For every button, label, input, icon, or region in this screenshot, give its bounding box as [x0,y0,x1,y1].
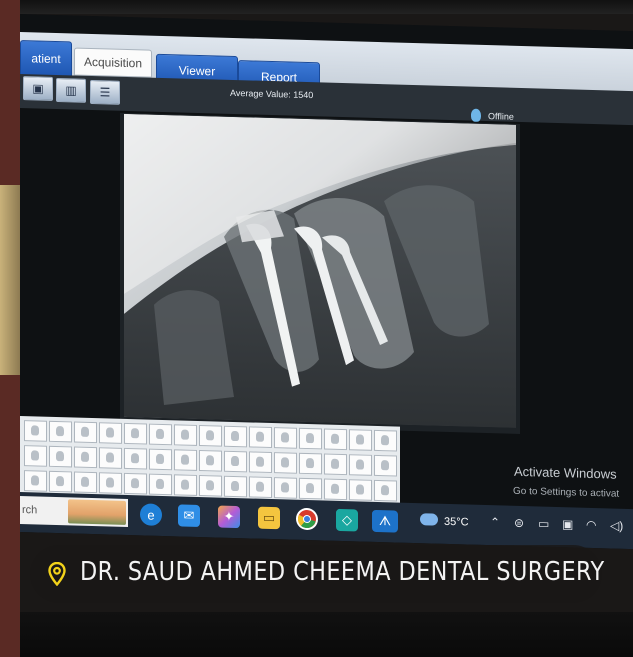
thumbnail-slot[interactable] [299,452,322,475]
average-value-label: Average Value: [230,87,291,100]
thumbnail-slot[interactable] [349,429,372,451]
thumbnail-slot[interactable] [74,421,97,444]
wifi-icon[interactable]: ◠ [586,518,596,532]
edge-icon[interactable]: e [140,503,162,526]
search-highlight-image [68,499,126,525]
thumbnail-slot[interactable] [199,449,222,472]
split-view-icon[interactable]: ▥ [56,78,86,103]
chrome-icon[interactable] [296,507,318,531]
thumbnail-slot[interactable] [249,451,272,474]
clinic-name: DR. SAUD AHMED CHEEMA DENTAL SURGERY [80,557,605,587]
connection-status: Offline [488,111,514,122]
thumbnail-slot[interactable] [324,453,347,476]
mail-icon[interactable]: ✉ [178,504,200,528]
thumbnail-slot[interactable] [174,474,197,496]
thumbnail-slot[interactable] [274,427,297,449]
thumbnail-slot[interactable] [199,424,222,447]
thumbnail-slot[interactable] [24,420,47,442]
thumbnail-slot[interactable] [24,470,47,492]
thumbnail-slot[interactable] [124,447,147,470]
thumbnail-slot[interactable] [49,420,72,443]
file-explorer-icon[interactable]: ▭ [258,506,280,530]
thumbnail-slot[interactable] [24,445,47,467]
location-pin-icon [48,562,66,586]
thumbnail-slot[interactable] [124,422,147,445]
thumbnail-slot[interactable] [74,446,97,469]
store-icon[interactable]: ◇ [336,508,358,532]
thumbnail-slot[interactable] [99,422,122,444]
search-text: rch [22,504,38,517]
thumbnail-slot[interactable] [149,448,172,471]
dental-xray-image[interactable] [124,113,516,428]
thumbnail-slot[interactable] [349,479,372,501]
copilot-icon[interactable]: ✦ [218,505,240,529]
volume-icon[interactable]: ◁) [610,518,623,532]
thumbnail-slot[interactable] [224,450,247,473]
scanner-icon[interactable]: ☰ [90,79,120,105]
thumbnail-slot[interactable] [99,472,122,494]
thumbnail-slot[interactable] [299,427,322,450]
thumbnail-slot[interactable] [49,470,72,493]
monitor-bezel [20,0,633,14]
weather-icon [420,513,438,526]
thumbnail-slot[interactable] [374,454,397,477]
network-icon[interactable]: ⊜ [514,516,524,530]
tab-acquisition[interactable]: Acquisition [74,47,152,78]
tab-viewer-label: Viewer [178,63,216,79]
dental-app-icon[interactable]: ᗑ [372,509,398,533]
thumbnail-slot[interactable] [374,479,397,502]
display-icon[interactable]: ▣ [562,517,573,531]
thumbnail-slot[interactable] [274,452,297,474]
thumbnail-slot[interactable] [249,426,272,449]
temperature-readout[interactable]: 35°C [444,516,469,529]
background-wall [0,0,20,657]
keyboard [20,612,633,657]
tab-patient[interactable]: atient [20,40,72,78]
thumbnail-slot[interactable] [249,476,272,499]
thumbnail-slot[interactable] [349,454,372,476]
thumbnail-slot[interactable] [199,474,222,497]
background-object [0,185,20,375]
thumbnail-slot[interactable] [174,449,197,471]
thumbnail-slot[interactable] [74,471,97,494]
tab-patient-label: atient [31,51,61,67]
thumbnail-slot[interactable] [49,445,72,468]
thumbnail-slot[interactable] [274,477,297,499]
monitor-screen: atient Acquisition Viewer Report ▣ ▥ ☰ A… [20,14,633,550]
thumbnail-slot[interactable] [374,429,397,452]
average-value-number: 1540 [293,89,314,101]
battery-icon[interactable]: ▭ [538,516,549,530]
thumbnail-slot[interactable] [174,424,197,446]
thumbnail-slot[interactable] [324,478,347,501]
chrome-logo [298,510,316,529]
camera-icon[interactable]: ▣ [23,76,53,101]
thumbnail-slot[interactable] [99,447,122,469]
thumbnail-slot[interactable] [224,425,247,448]
chevron-up-icon[interactable]: ⌃ [490,515,500,529]
thumbnail-slot[interactable] [124,472,147,495]
thumbnail-slot[interactable] [299,477,322,500]
activate-windows-title: Activate Windows [514,463,617,482]
tab-acquisition-label: Acquisition [83,54,143,71]
location-caption: DR. SAUD AHMED CHEEMA DENTAL SURGERY [30,545,605,603]
thumbnail-slot[interactable] [224,475,247,498]
thumbnail-slot[interactable] [149,423,172,446]
lightbulb-icon [471,108,481,122]
taskbar-search[interactable]: rch [20,496,128,528]
thumbnail-slot[interactable] [149,473,172,496]
thumbnail-slot[interactable] [324,428,347,451]
